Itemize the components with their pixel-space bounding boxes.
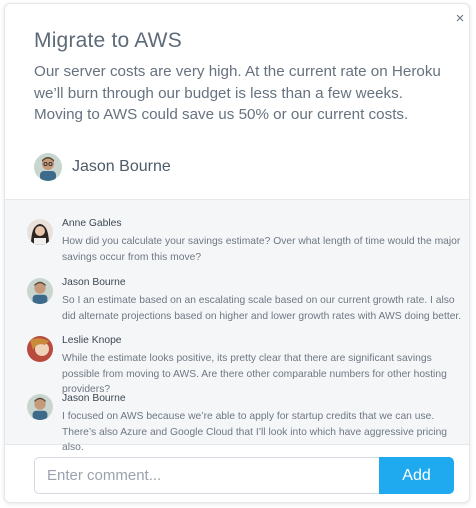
- avatar: [27, 336, 53, 362]
- card-header: Migrate to AWS Our server costs are very…: [5, 4, 469, 184]
- avatar: [27, 219, 53, 245]
- comment-input[interactable]: [34, 457, 380, 494]
- card-author: Jason Bourne: [34, 152, 171, 182]
- add-comment-button[interactable]: Add: [379, 457, 454, 494]
- comments-list: Anne Gables How did you calculate your s…: [5, 199, 469, 453]
- comment-author: Jason Bourne: [62, 393, 126, 404]
- avatar: [34, 153, 62, 181]
- card-description: Our server costs are very high. At the c…: [34, 63, 441, 123]
- avatar: [27, 278, 53, 304]
- discussion-card: × Migrate to AWS Our server costs are ve…: [4, 3, 470, 503]
- comment-text: How did you calculate your savings estim…: [62, 236, 461, 263]
- comment-text: While the estimate looks positive, its p…: [62, 353, 447, 395]
- comment-text: I focused on AWS because we’re able to a…: [62, 411, 448, 453]
- avatar: [27, 394, 53, 420]
- author-name: Jason Bourne: [72, 158, 171, 175]
- comment-input-row: Add: [34, 457, 454, 494]
- comment-text: So I an estimate based on an escalating …: [62, 295, 462, 322]
- comment-author: Jason Bourne: [62, 277, 126, 288]
- comment-author: Anne Gables: [62, 218, 122, 229]
- card-title: Migrate to AWS: [34, 29, 182, 52]
- comment-author: Leslie Knope: [62, 335, 122, 346]
